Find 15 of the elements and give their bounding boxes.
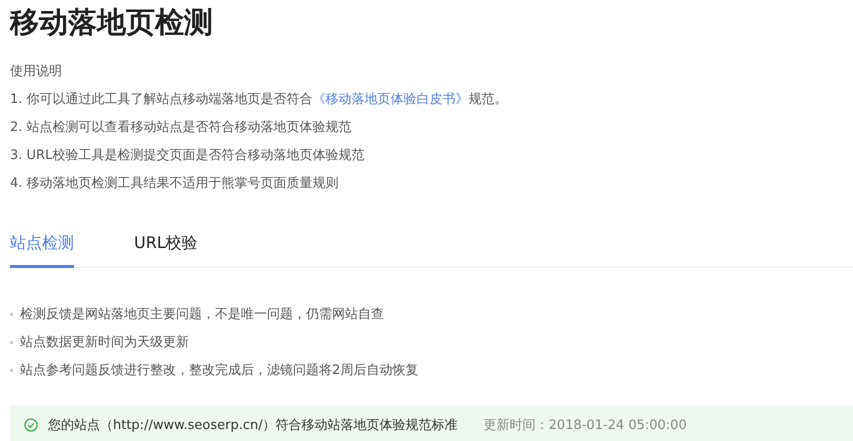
check-circle-icon xyxy=(24,418,38,432)
instruction-text: 4. 移动落地页检测工具结果不适用于熊掌号页面质量规则 xyxy=(10,175,339,193)
note-text: 站点参考问题反馈进行整改，整改完成后，滤镜问题将2周后自动恢复 xyxy=(20,362,418,379)
whitepaper-link[interactable]: 《移动落地页体验白皮书》 xyxy=(312,92,469,107)
note-text: 站点数据更新时间为天级更新 xyxy=(20,334,189,351)
note-text: 检测反馈是网站落地页主要问题，不是唯一问题，仍需网站自查 xyxy=(20,306,384,323)
tab[interactable]: 站点检测 xyxy=(10,232,74,268)
instruction-text: 1. 你可以通过此工具了解站点移动端落地页是否符合《移动落地页体验白皮书》规范。 xyxy=(10,91,508,109)
instruction-text: 2. 站点检测可以查看移动站点是否符合移动落地页体验规范 xyxy=(10,119,352,137)
instruction-text: 3. URL校验工具是检测提交页面是否符合移动落地页体验规范 xyxy=(10,147,364,165)
instructions-heading: 使用说明 xyxy=(10,63,62,81)
result-message: 您的站点（http://www.seoserp.cn/）符合移动站落地页体验规范标准 xyxy=(48,417,458,434)
page-title: 移动落地页检测 xyxy=(10,4,214,40)
tab[interactable]: URL校验 xyxy=(134,232,198,268)
update-time: 更新时间：2018-01-24 05:00:00 xyxy=(484,417,687,434)
